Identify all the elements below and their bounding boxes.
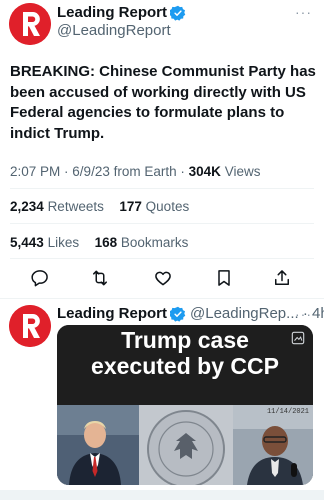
tweet-time[interactable]: 2:07 PM xyxy=(10,164,60,179)
tweet-media[interactable]: Trump case executed by CCP 11/14/2021 xyxy=(57,325,313,485)
action-bar xyxy=(0,268,324,290)
quotes-link[interactable]: 177 Quotes xyxy=(119,199,189,214)
leading-report-logo-icon xyxy=(9,3,51,45)
tweet-meta: 2:07 PM · 6/9/23 from Earth · 304K Views xyxy=(10,164,260,179)
quotes-count: 177 xyxy=(119,199,142,214)
likes-link[interactable]: 5,443 Likes xyxy=(10,235,83,250)
bottom-input-bar xyxy=(0,490,324,500)
photo-person-left xyxy=(57,405,139,485)
author-handle-row: @LeadingReport xyxy=(57,22,171,39)
photo-seal xyxy=(139,405,233,485)
reply-author-handle[interactable]: @LeadingRep... xyxy=(190,305,299,322)
retweets-count: 2,234 xyxy=(10,199,44,214)
like-button[interactable] xyxy=(153,268,173,288)
avatar[interactable] xyxy=(9,3,51,45)
bookmarks-count: 168 xyxy=(94,235,118,250)
share-button[interactable] xyxy=(272,268,292,288)
likes-label: Likes xyxy=(47,235,80,250)
divider xyxy=(10,188,314,189)
media-caption-area: Trump case executed by CCP xyxy=(57,325,313,405)
reply-button[interactable] xyxy=(30,268,50,288)
like-stats: 5,443 Likes 168 Bookmarks xyxy=(10,235,188,250)
views-label: Views xyxy=(224,164,261,179)
divider xyxy=(10,223,314,224)
retweets-label: Retweets xyxy=(47,199,104,214)
media-date-stamp: 11/14/2021 xyxy=(266,408,309,416)
media-photos: 11/14/2021 xyxy=(57,405,313,485)
retweets-link[interactable]: 2,234 Retweets xyxy=(10,199,108,214)
verified-badge-icon xyxy=(170,5,186,21)
reply-author-display-name[interactable]: Leading Report xyxy=(57,305,167,322)
media-caption-line: executed by CCP xyxy=(91,353,279,379)
retweet-button[interactable] xyxy=(90,268,110,288)
heart-icon xyxy=(155,271,171,286)
share-icon xyxy=(275,270,289,285)
author-handle[interactable]: @LeadingReport xyxy=(57,22,171,39)
reply-icon xyxy=(31,270,48,287)
bookmark-icon xyxy=(218,270,230,286)
author-display-name[interactable]: Leading Report xyxy=(57,4,167,21)
views-count: 304K xyxy=(188,164,221,179)
bookmarks-link[interactable]: 168 Bookmarks xyxy=(95,235,189,250)
tweet-separator xyxy=(0,298,324,299)
tweet-source: from Earth xyxy=(113,164,177,179)
media-caption-line: Trump case xyxy=(121,327,249,353)
avatar[interactable] xyxy=(9,305,51,347)
quotes-label: Quotes xyxy=(145,199,190,214)
tweet-text: BREAKING: Chinese Communist Party has be… xyxy=(10,63,316,142)
tweet-date[interactable]: 6/9/23 xyxy=(72,164,110,179)
more-options-icon[interactable]: ··· xyxy=(295,4,312,20)
author-name-row: Leading Report xyxy=(57,4,186,21)
media-icon xyxy=(291,331,305,345)
bookmarks-label: Bookmarks xyxy=(120,235,189,250)
bookmark-button[interactable] xyxy=(214,268,234,288)
retweet-icon xyxy=(93,270,107,286)
retweet-stats: 2,234 Retweets 177 Quotes xyxy=(10,199,189,214)
meta-separator: · xyxy=(180,164,189,179)
photo-person-right: 11/14/2021 xyxy=(233,405,313,485)
verified-badge-icon xyxy=(170,306,186,322)
divider xyxy=(10,258,314,259)
more-options-icon[interactable]: ··· xyxy=(295,306,312,322)
reply-author-row: Leading Report @LeadingRep... · 4h xyxy=(57,305,324,322)
likes-count: 5,443 xyxy=(10,235,44,250)
reply-age[interactable]: 4h xyxy=(312,305,324,322)
leading-report-logo-icon xyxy=(9,305,51,347)
